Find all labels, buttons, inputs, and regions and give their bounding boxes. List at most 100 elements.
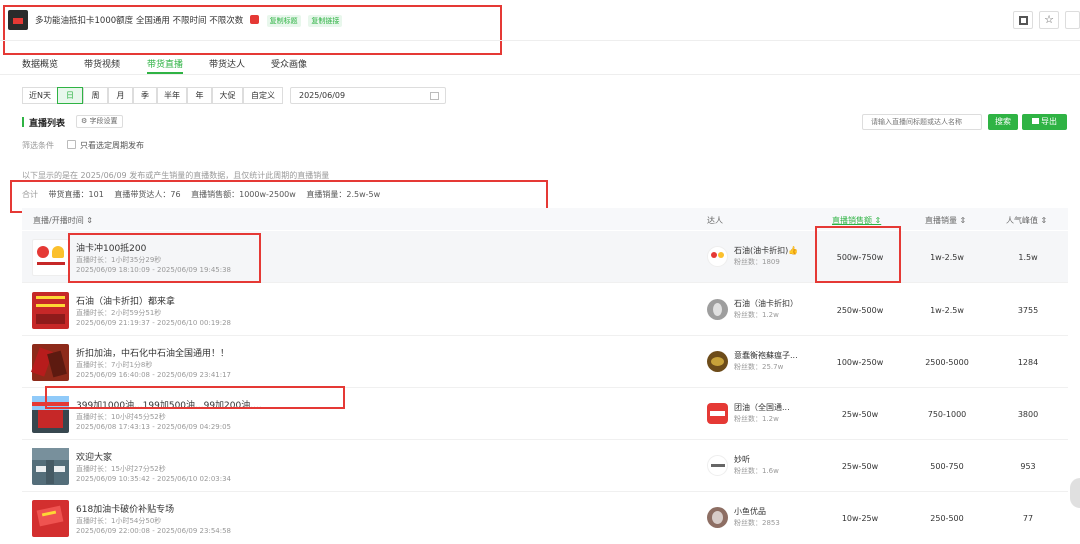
live-peak: 3755 [1017, 306, 1039, 315]
table-header-bg [22, 208, 1068, 230]
live-volume: 250-500 [930, 514, 964, 523]
calendar-icon [430, 92, 439, 100]
tab-audience[interactable]: 受众画像 [271, 57, 307, 70]
tab-videos[interactable]: 带货视频 [84, 57, 120, 70]
field-settings-label: 字段设置 [89, 117, 118, 125]
influencer-fans: 粉丝数：1.2w [734, 311, 779, 319]
live-volume: 2500-5000 [925, 358, 969, 367]
live-sales: 100w-250w [836, 358, 884, 367]
influencer-avatar [707, 507, 728, 528]
filter-label: 筛选条件 [22, 141, 54, 150]
live-sales: 25w-50w [841, 462, 879, 471]
live-peak: 3800 [1017, 410, 1039, 419]
table-row[interactable]: 618加油卡破价补贴专场 直播时长：1小时54分50秒 2025/06/09 2… [22, 492, 1068, 544]
influencer-avatar [707, 246, 728, 267]
live-volume: 750-1000 [927, 410, 967, 419]
live-peak: 1284 [1017, 358, 1039, 367]
list-title: 直播列表 [29, 119, 66, 129]
filter-month[interactable]: 月 [108, 87, 133, 104]
influencer-fans: 粉丝数：25.7w [734, 363, 784, 371]
live-time-range: 2025/06/09 21:19:37 - 2025/06/10 00:19:2… [76, 319, 231, 327]
live-duration: 直播时长：7小时1分8秒 [76, 361, 153, 369]
tab-live[interactable]: 带货直播 [147, 57, 183, 70]
influencer-name[interactable]: 石油（油卡折扣） [734, 298, 798, 309]
filter-recent-n-days[interactable]: 近N天 [22, 87, 58, 104]
live-duration: 直播时长：1小时54分50秒 [76, 517, 162, 525]
influencer-avatar [707, 299, 728, 320]
live-volume: 1w-2.5w [930, 306, 964, 315]
highlight-box-row1-title [68, 233, 261, 283]
col-sales[interactable]: 直播销售额 ⇕ [832, 215, 881, 226]
live-peak: 953 [1020, 462, 1036, 471]
influencer-fans: 粉丝数：2853 [734, 519, 780, 527]
live-volume: 500-750 [930, 462, 964, 471]
live-thumbnail [30, 344, 69, 381]
col-influencer: 达人 [707, 216, 723, 225]
export-icon [1032, 118, 1039, 124]
live-time-range: 2025/06/09 10:35:42 - 2025/06/10 02:03:3… [76, 475, 231, 483]
highlight-box-row1-sales [815, 226, 901, 283]
table-row[interactable]: 折扣加油，中石化中石油全国通用！！ 直播时长：7小时1分8秒 2025/06/0… [22, 336, 1068, 388]
influencer-fans: 粉丝数：1.6w [734, 467, 779, 475]
period-checkbox-label: 只看选定周期发布 [80, 141, 144, 150]
star-icon[interactable]: ☆ [1039, 11, 1059, 29]
live-thumbnail [32, 448, 69, 485]
live-thumbnail [32, 292, 69, 329]
influencer-name[interactable]: 意蠢衡袍蘇瘟子... [734, 350, 798, 361]
search-input[interactable] [862, 114, 982, 130]
live-sales: 10w-25w [841, 514, 879, 523]
filter-custom[interactable]: 自定义 [243, 87, 283, 104]
influencer-name[interactable]: 妙听 [734, 454, 750, 465]
doc-icon[interactable] [1065, 11, 1080, 29]
live-volume: 1w-2.5w [930, 253, 964, 262]
live-time-range: 2025/06/08 17:43:13 - 2025/06/09 04:29:0… [76, 423, 231, 431]
highlight-box-row4-title [45, 386, 345, 409]
influencer-fans: 粉丝数：1809 [734, 258, 780, 266]
live-duration: 直播时长：15小时27分52秒 [76, 465, 166, 473]
search-button[interactable]: 搜索 [988, 114, 1018, 130]
table-row[interactable]: 欢迎大家 直播时长：15小时27分52秒 2025/06/09 10:35:42… [22, 440, 1068, 492]
filter-week[interactable]: 周 [83, 87, 108, 104]
filter-quarter[interactable]: 季 [133, 87, 157, 104]
table-row[interactable]: 石油（油卡折扣）都来拿 直播时长：2小时59分51秒 2025/06/09 21… [22, 284, 1068, 336]
live-title[interactable]: 石油（油卡折扣）都来拿 [76, 294, 175, 307]
live-peak: 1.5w [1018, 253, 1038, 262]
date-picker[interactable]: 2025/06/09 [290, 87, 446, 104]
floating-widget[interactable] [1070, 478, 1080, 508]
filter-day[interactable]: 日 [57, 87, 83, 104]
live-peak: 77 [1022, 514, 1034, 523]
live-thumbnail [32, 239, 69, 276]
live-title[interactable]: 欢迎大家 [76, 450, 112, 463]
influencer-fans: 粉丝数：1.2w [734, 415, 779, 423]
live-sales: 250w-500w [836, 306, 884, 315]
qrcode-icon[interactable] [1013, 11, 1033, 29]
filter-half-year[interactable]: 半年 [157, 87, 187, 104]
influencer-name[interactable]: 石油(油卡折扣)👍 [734, 245, 798, 256]
section-bar [22, 117, 24, 127]
live-title[interactable]: 618加油卡破价补贴专场 [76, 502, 174, 515]
export-label: 导出 [1041, 117, 1057, 126]
export-button[interactable]: 导出 [1022, 114, 1067, 130]
live-time-range: 2025/06/09 16:40:08 - 2025/06/09 23:41:1… [76, 371, 231, 379]
live-time-range: 2025/06/09 22:00:08 - 2025/06/09 23:54:5… [76, 527, 231, 535]
influencer-name[interactable]: 团油（全国通... [734, 402, 790, 413]
col-live-time[interactable]: 直播/开播时间 ⇕ [33, 215, 93, 226]
influencer-avatar [707, 351, 728, 372]
influencer-avatar [707, 455, 728, 476]
influencer-name[interactable]: 小鱼优品 [734, 506, 766, 517]
field-settings-button[interactable]: ⚙ 字段设置 [76, 115, 123, 128]
live-duration: 直播时长：10小时45分52秒 [76, 413, 166, 421]
tab-influencers[interactable]: 带货达人 [209, 57, 245, 70]
filter-year[interactable]: 年 [187, 87, 212, 104]
highlight-box-header [3, 5, 502, 55]
date-value: 2025/06/09 [299, 91, 346, 100]
col-peak[interactable]: 人气峰值 ⇕ [1006, 215, 1047, 226]
period-checkbox[interactable] [67, 140, 76, 149]
tab-overview[interactable]: 数据概览 [22, 57, 58, 70]
col-volume[interactable]: 直播销量 ⇕ [925, 215, 966, 226]
filter-promo[interactable]: 大促 [212, 87, 243, 104]
live-duration: 直播时长：2小时59分51秒 [76, 309, 162, 317]
settings-icon: ⚙ [81, 117, 88, 125]
live-title[interactable]: 折扣加油，中石化中石油全国通用！！ [76, 346, 229, 359]
influencer-avatar [707, 403, 728, 424]
